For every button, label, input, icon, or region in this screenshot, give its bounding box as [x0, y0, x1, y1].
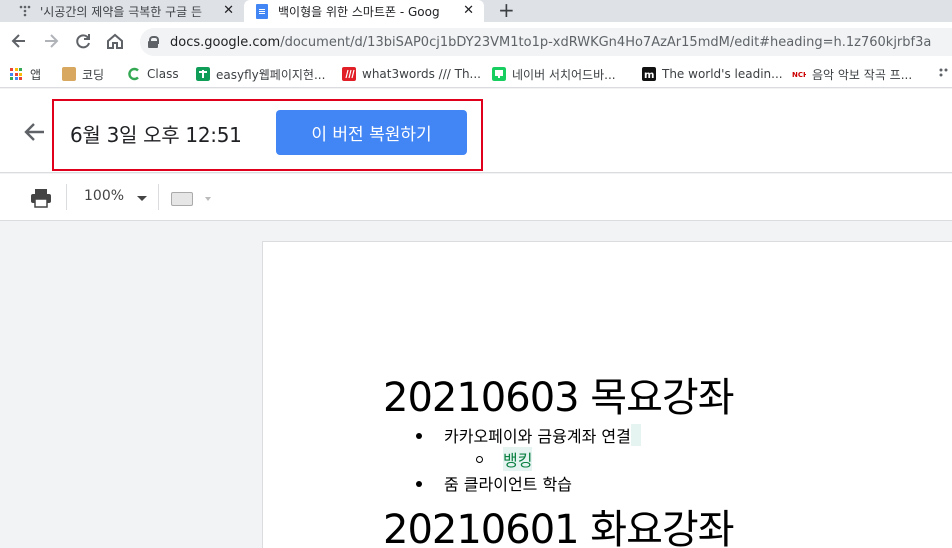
bookmark-what3words[interactable]: what3words /// Th...: [342, 65, 481, 83]
more-bookmarks-icon[interactable]: [938, 65, 950, 83]
tab-close-icon[interactable]: ✕: [463, 3, 474, 18]
bookmark-easyfly[interactable]: easyfly웹페이지현...: [196, 65, 325, 83]
zoom-dropdown-icon[interactable]: [137, 196, 147, 201]
apps-grid-icon: [10, 68, 22, 80]
document-page[interactable]: 20210603 목요강좌 카카오페이와 금융계좌 연결 뱅킹 줌 클라이언트 …: [262, 241, 952, 548]
docs-favicon-icon: [256, 3, 268, 19]
address-bar[interactable]: docs.google.com/document/d/13biSAP0cj1bD…: [140, 28, 952, 56]
what3words-icon: [342, 67, 356, 81]
toolbar-divider: [158, 184, 159, 210]
bookmark-apps[interactable]: 앱: [10, 65, 41, 83]
keyboard-icon[interactable]: [171, 192, 193, 206]
doc-toolbar: 100%: [0, 174, 952, 221]
back-arrow-icon[interactable]: [22, 119, 48, 145]
keyboard-dropdown-icon[interactable]: [205, 197, 211, 201]
naver-icon: [492, 67, 506, 81]
browser-toolbar: docs.google.com/document/d/13biSAP0cj1bD…: [0, 22, 952, 60]
tab-strip: '시공간의 제약을 극복한 구글 든 ✕ 백이형을 위한 스마트폰 - Goog…: [0, 0, 952, 22]
tab-close-icon[interactable]: ✕: [223, 3, 234, 18]
list-item: 줌 클라이언트 학습: [444, 475, 572, 494]
lock-icon[interactable]: [148, 36, 159, 48]
bullet-dot: [416, 433, 422, 439]
dog-icon: [62, 67, 76, 81]
zoom-select[interactable]: 100%: [84, 188, 124, 204]
version-history-header: 6월 3일 오후 12:51 이 버전 복원하기: [0, 89, 952, 173]
home-icon[interactable]: [104, 30, 126, 52]
svg-text:m: m: [644, 70, 654, 81]
green-plus-icon: [196, 67, 210, 81]
toolbar-divider: [66, 184, 67, 210]
bullet-dot: [416, 481, 422, 487]
tab-title: '시공간의 제약을 극복한 구글 든: [40, 4, 203, 19]
bookmark-naver[interactable]: 네이버 서치어드바...: [492, 65, 616, 83]
back-icon[interactable]: [8, 30, 30, 52]
restore-version-button[interactable]: 이 버전 복원하기: [276, 110, 467, 155]
tab-active[interactable]: 백이형을 위한 스마트폰 - Goog ✕: [244, 0, 484, 22]
noteflight-icon: NCH: [792, 67, 806, 81]
heading-2: 20210601 화요강좌: [383, 507, 735, 548]
bookmark-coding[interactable]: 코딩: [62, 65, 104, 83]
bookmarks-bar: 앱 코딩 Class easyfly웹페이지현... what3words //…: [0, 60, 952, 88]
list-item: 뱅킹: [503, 447, 533, 471]
tab-title: 백이형을 위한 스마트폰 - Goog: [278, 4, 440, 19]
sub-bullet-circle: [476, 456, 483, 463]
m-icon: m: [642, 67, 656, 81]
list-item: 카카오페이와 금융계좌 연결: [444, 423, 641, 447]
svg-text:NCH: NCH: [792, 71, 806, 79]
version-timestamp: 6월 3일 오후 12:51: [70, 123, 242, 147]
suggestion-mark: [630, 424, 641, 446]
document-canvas: 20210603 목요강좌 카카오페이와 금융계좌 연결 뱅킹 줌 클라이언트 …: [0, 221, 952, 548]
print-icon[interactable]: [30, 188, 52, 208]
bookmark-class[interactable]: Class: [127, 65, 179, 83]
tab-favicon-icon: [19, 5, 31, 17]
reload-icon[interactable]: [72, 30, 94, 52]
tab-inactive[interactable]: '시공간의 제약을 극복한 구글 든 ✕: [0, 0, 244, 22]
bookmark-world-leading[interactable]: m The world's leadin...: [642, 65, 783, 83]
forward-icon[interactable]: [40, 30, 62, 52]
url-text: docs.google.com/document/d/13biSAP0cj1bD…: [170, 34, 932, 50]
heading-1: 20210603 목요강좌: [383, 375, 735, 421]
class-c-icon: [128, 67, 139, 81]
bookmark-music[interactable]: NCH 음악 악보 작곡 프...: [792, 65, 912, 83]
new-tab-button[interactable]: +: [498, 0, 515, 22]
